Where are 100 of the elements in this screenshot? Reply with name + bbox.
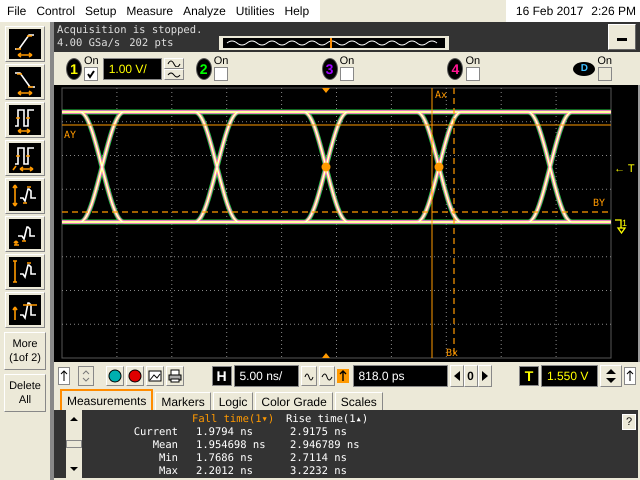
digital-badge[interactable]: D: [573, 62, 596, 76]
scrollbar-thumb[interactable]: [66, 440, 82, 448]
row-label: Max: [158, 465, 179, 478]
delete-all-button[interactable]: Delete All: [4, 374, 46, 412]
rising-edge-icon: [9, 29, 41, 59]
up-arrow-icon: [626, 370, 634, 382]
measurement-button[interactable]: [5, 292, 45, 328]
channel-badge[interactable]: 3: [322, 58, 338, 80]
minimize-icon: [617, 38, 627, 42]
image-button[interactable]: [146, 366, 164, 386]
image-icon: [148, 369, 162, 383]
channel-on-label: On: [340, 56, 354, 67]
table-cell-text: 2.9175 ns: [289, 426, 348, 439]
level-spin-button[interactable]: [600, 365, 622, 387]
tab[interactable]: Logic: [212, 392, 254, 410]
volts-per-div-field[interactable]: 1.00 V/: [102, 58, 162, 80]
trigger-position-icon[interactable]: [322, 353, 330, 358]
table-cell-text: 1.9794 ns: [195, 426, 254, 439]
measurement-button[interactable]: [5, 140, 45, 176]
column-header[interactable]: Fall time(1▾): [192, 413, 286, 426]
time-per-div-field[interactable]: 5.00 ns/: [234, 365, 298, 387]
reference-arrow-icon[interactable]: [336, 369, 348, 383]
channel-on-label: On: [84, 56, 99, 67]
menu-item[interactable]: Control: [31, 4, 80, 18]
fine-button[interactable]: [300, 366, 316, 386]
time-text: 2:26 PM: [591, 4, 636, 18]
tab[interactable]: Color Grade: [255, 392, 333, 410]
cursor-label: BY: [593, 198, 606, 209]
channel-on-label: On: [214, 56, 228, 67]
menu-item[interactable]: Analyze: [178, 4, 231, 18]
minimize-button[interactable]: [608, 24, 636, 50]
channel-checkbox[interactable]: [340, 67, 354, 81]
circle-icon: [108, 369, 122, 383]
left-triangle-icon: [454, 371, 460, 381]
print-button[interactable]: [166, 366, 184, 386]
measurement-button[interactable]: [5, 64, 45, 100]
run-button[interactable]: [106, 366, 124, 386]
channel-badge[interactable]: 4: [447, 58, 464, 80]
trigger-position-icon[interactable]: [322, 88, 330, 93]
up-down-arrows-icon: [604, 367, 618, 385]
cursor-label: Ax: [435, 90, 448, 101]
trigger-level-marker[interactable]: ← T: [614, 163, 635, 175]
tab[interactable]: Measurements: [60, 389, 154, 410]
measurement-button[interactable]: [5, 216, 45, 252]
pulse-top-icon: [9, 257, 41, 287]
wave-icon: [320, 371, 332, 381]
trigger-level-field[interactable]: 1.550 V: [541, 365, 598, 387]
status-message: Acquisition is stopped.: [57, 24, 204, 37]
measurement-button[interactable]: [5, 254, 45, 290]
wave-icon: [166, 70, 181, 78]
measurement-button[interactable]: [5, 102, 45, 138]
wave-icon: [304, 371, 314, 381]
trigger-label: T: [519, 366, 539, 386]
date-text: 16 Feb 2017: [516, 4, 584, 18]
help-button[interactable]: ?: [622, 414, 636, 430]
column-header[interactable]: Rise time(1▴): [286, 413, 396, 426]
pin-button[interactable]: [624, 367, 636, 385]
menu-item[interactable]: Setup: [80, 4, 122, 18]
channel-badge[interactable]: 2: [196, 58, 212, 80]
pin-button[interactable]: [58, 367, 70, 385]
more-button[interactable]: More (1of 2): [4, 332, 46, 370]
up-arrow-icon: [60, 370, 68, 382]
channel-checkbox[interactable]: [214, 67, 228, 81]
table-cell-text: 1.954698 ns: [195, 439, 267, 452]
ground-marker-icon[interactable]: [614, 219, 626, 234]
coarse-button[interactable]: [318, 366, 334, 386]
sample-rate-text: 4.00 GSa/s: [57, 37, 120, 50]
table-cell-text: 2.946789 ns: [289, 439, 361, 452]
tab[interactable]: Markers: [155, 392, 211, 410]
channel-checkbox[interactable]: [84, 67, 98, 81]
pulse-frequency-icon: [9, 143, 41, 173]
menu-item[interactable]: File: [2, 4, 32, 18]
table-cell-text: 1.7686 ns: [195, 452, 254, 465]
previous-button[interactable]: [450, 365, 464, 387]
digital-checkbox[interactable]: [598, 67, 612, 81]
measurement-button[interactable]: [5, 178, 45, 214]
measurement-point-icon: [434, 162, 444, 172]
pulse-amplitude-icon: [9, 181, 41, 211]
ground-marker-label: 1: [622, 218, 628, 228]
menu-item[interactable]: Utilities: [230, 4, 280, 18]
printer-icon: [168, 369, 182, 383]
measurement-button[interactable]: [5, 26, 45, 62]
channel-checkbox[interactable]: [466, 67, 480, 81]
right-triangle-icon: [482, 371, 488, 381]
delay-field[interactable]: 818.0 ps: [352, 365, 448, 387]
zero-button[interactable]: 0: [464, 365, 478, 387]
digital-on-label: On: [597, 56, 612, 67]
menu-item[interactable]: Help: [279, 4, 314, 18]
row-label: Min: [158, 452, 179, 465]
menu-item[interactable]: Measure: [121, 4, 178, 18]
tab[interactable]: Scales: [334, 392, 383, 410]
coupling-button[interactable]: [164, 68, 184, 80]
next-button[interactable]: [478, 365, 492, 387]
measurement-point-icon: [322, 162, 330, 172]
coupling-button[interactable]: [164, 58, 184, 68]
stop-button[interactable]: [126, 366, 144, 386]
channel-badge[interactable]: 1: [66, 58, 82, 80]
scroll-button[interactable]: [78, 366, 94, 386]
cursor-line[interactable]: [62, 211, 611, 213]
points-text: 202 pts: [129, 37, 174, 50]
